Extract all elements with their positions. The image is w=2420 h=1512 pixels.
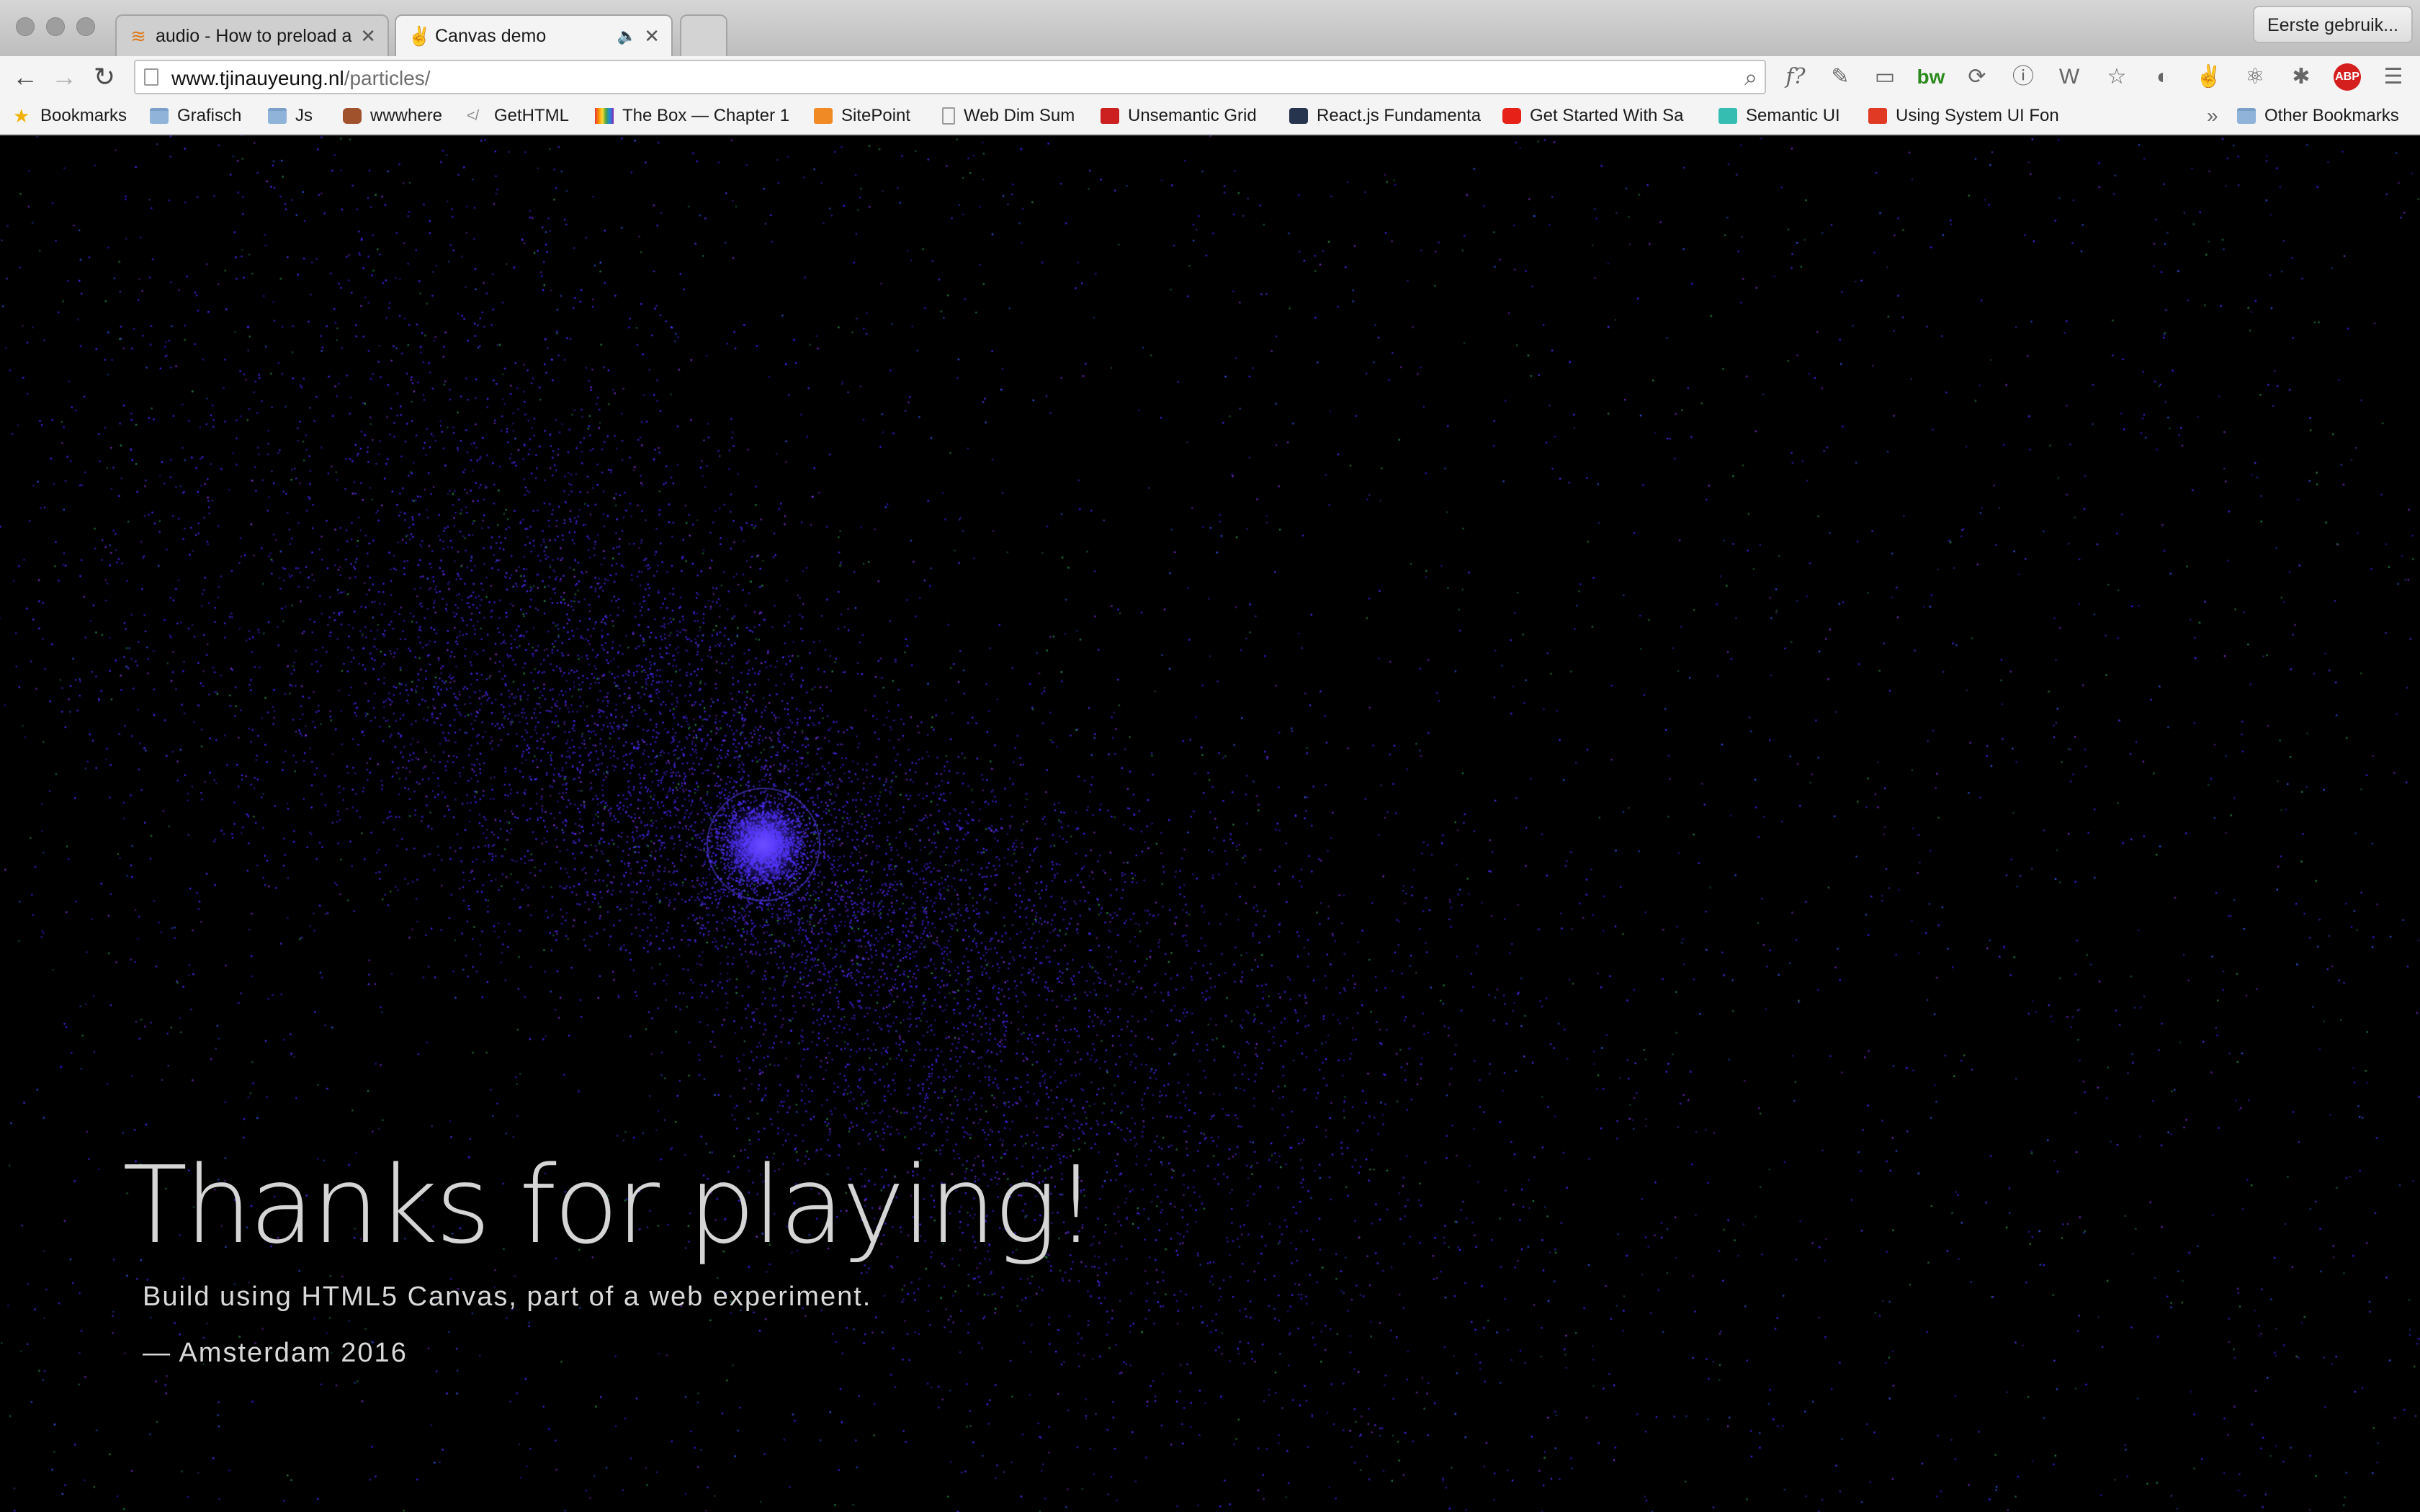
color-picker-icon[interactable]: ✎ (1825, 62, 1855, 92)
bookmark-label: GetHTML (494, 106, 570, 125)
bookmark-folder-js[interactable]: Js (268, 102, 313, 130)
bookmark-react-fundamentals[interactable]: React.js Fundamenta (1289, 102, 1481, 130)
url-text[interactable]: www.tjinauyeung.nl/particles/ (171, 67, 431, 90)
tab-audio-preload[interactable]: ≋ audio - How to preload a so ✕ (115, 14, 389, 56)
url-host: www.tjinauyeung.nl (171, 67, 344, 89)
bookmarks-overflow-chevron-icon[interactable]: » (2207, 102, 2218, 130)
bookmark-star-icon[interactable]: ☆ (2102, 62, 2132, 92)
new-tab-button[interactable] (680, 14, 727, 56)
browser-title-bar: ≋ audio - How to preload a so ✕ ✌ Canvas… (0, 0, 2420, 56)
bookmark-label: wwwhere (370, 106, 443, 125)
bookmark-label: SitePoint (841, 106, 911, 125)
menu-icon[interactable]: ☰ (2378, 62, 2408, 92)
bookmark-the-box[interactable]: The Box — Chapter 1 (595, 102, 794, 130)
bookmark-label: Web Dim Sum (964, 106, 1075, 125)
victory-hand-extension-icon[interactable]: ✌ (2194, 62, 2224, 92)
bookmark-bookmarks[interactable]: ★ Bookmarks (13, 102, 127, 130)
profile-button[interactable]: Eerste gebruik... (2252, 6, 2413, 43)
tab-canvas-demo[interactable]: ✌ Canvas demo 🔈 ✕ (395, 14, 673, 56)
bookmark-label: Unsemantic Grid (1128, 106, 1257, 125)
onepassword-icon[interactable]: ⓘ (2008, 62, 2038, 92)
folder-icon (268, 108, 287, 124)
bookmark-label: The Box — Chapter 1 (622, 106, 790, 125)
bookmarks-bar: ★ Bookmarks Grafisch Js wwwhere </ GetHTML… (0, 98, 2420, 135)
semantic-icon (1718, 108, 1737, 124)
page-content: Thanks for playing! Build using HTML5 Ca… (0, 135, 2420, 1512)
victory-hand-icon: ✌ (408, 25, 431, 47)
zoom-window-button[interactable] (76, 17, 95, 36)
bookmark-semantic-ui[interactable]: Semantic UI (1718, 102, 1840, 130)
bookmark-get-started-sass[interactable]: Get Started With Sa (1502, 102, 1697, 130)
bookmark-gethtml[interactable]: </ GetHTML (467, 102, 569, 130)
bug-icon[interactable]: ✱ (2286, 62, 2316, 92)
folder-icon (150, 108, 169, 124)
rainbow-icon (595, 108, 614, 124)
bookmark-web-dim-sum[interactable]: Web Dim Sum (942, 102, 1075, 130)
bookmark-unsemantic-grid[interactable]: Unsemantic Grid (1101, 102, 1257, 130)
bookmark-system-ui-fonts[interactable]: Using System UI Fon (1868, 102, 2063, 130)
adblock-plus-icon[interactable]: ABP (2334, 63, 2361, 91)
page-icon (144, 68, 158, 86)
document-icon (942, 107, 955, 125)
address-bar[interactable]: www.tjinauyeung.nl/particles/ ⌕ (134, 60, 1766, 94)
bookmark-label: Semantic UI (1746, 106, 1840, 125)
page-signature: — Amsterdam 2016 (143, 1338, 408, 1368)
sync-icon[interactable]: ⟳ (1962, 62, 1992, 92)
page-subtitle: Build using HTML5 Canvas, part of a web … (143, 1282, 872, 1312)
back-arrow-icon[interactable]: ← (9, 60, 42, 94)
page-headline: Thanks for playing! (122, 1143, 1098, 1267)
reload-icon[interactable]: ↻ (88, 60, 121, 94)
url-path: /particles/ (344, 67, 431, 89)
browser-toolbar: ← → ↻ www.tjinauyeung.nl/particles/ ⌕ f?… (0, 56, 2420, 98)
bookmark-label: Get Started With Sa (1530, 106, 1684, 125)
bookmark-label: React.js Fundamenta (1317, 106, 1481, 125)
close-tab-icon[interactable]: ✕ (644, 25, 660, 48)
zoom-magnifier-icon[interactable]: ⌕ (1744, 64, 1757, 91)
extension-swirl-icon[interactable]: ◐ (2148, 62, 2178, 92)
cast-icon[interactable]: ▭ (1870, 62, 1900, 92)
builtwith-icon[interactable]: bw (1916, 62, 1946, 92)
bookmark-wwwhere[interactable]: wwwhere (343, 102, 442, 130)
bookmark-label: Other Bookmarks (2264, 106, 2399, 125)
smashing-icon (1868, 108, 1887, 124)
close-window-button[interactable] (16, 17, 35, 36)
bookmark-sitepoint[interactable]: SitePoint (814, 102, 910, 130)
bookmark-other-bookmarks[interactable]: Other Bookmarks (2237, 102, 2399, 130)
minimize-window-button[interactable] (46, 17, 65, 36)
tab-title: Canvas demo (435, 25, 547, 46)
code-icon: </ (467, 108, 480, 124)
bookmark-label: Grafisch (177, 106, 242, 125)
youtube-icon (1502, 108, 1521, 124)
sitepoint-icon (814, 108, 833, 124)
wikipedia-icon[interactable]: W (2054, 62, 2084, 92)
stackoverflow-icon: ≋ (130, 25, 146, 47)
speaker-icon[interactable]: 🔈 (617, 27, 637, 45)
bookmark-label: Js (295, 106, 313, 125)
react-devtools-icon[interactable]: ⚛ (2240, 62, 2270, 92)
bookmark-label: Bookmarks (40, 106, 127, 125)
star-icon: ★ (13, 105, 30, 127)
unsemantic-icon (1101, 108, 1119, 124)
owl-icon (343, 108, 362, 124)
react-icon (1289, 108, 1308, 124)
bookmark-label: Using System UI Fon (1896, 106, 2059, 125)
close-tab-icon[interactable]: ✕ (360, 25, 376, 48)
tab-title: audio - How to preload a so (156, 25, 353, 46)
bookmark-folder-grafisch[interactable]: Grafisch (150, 102, 241, 130)
forward-arrow-icon[interactable]: → (48, 60, 81, 94)
whatfont-icon[interactable]: f? (1780, 62, 1811, 92)
folder-icon (2237, 108, 2256, 124)
